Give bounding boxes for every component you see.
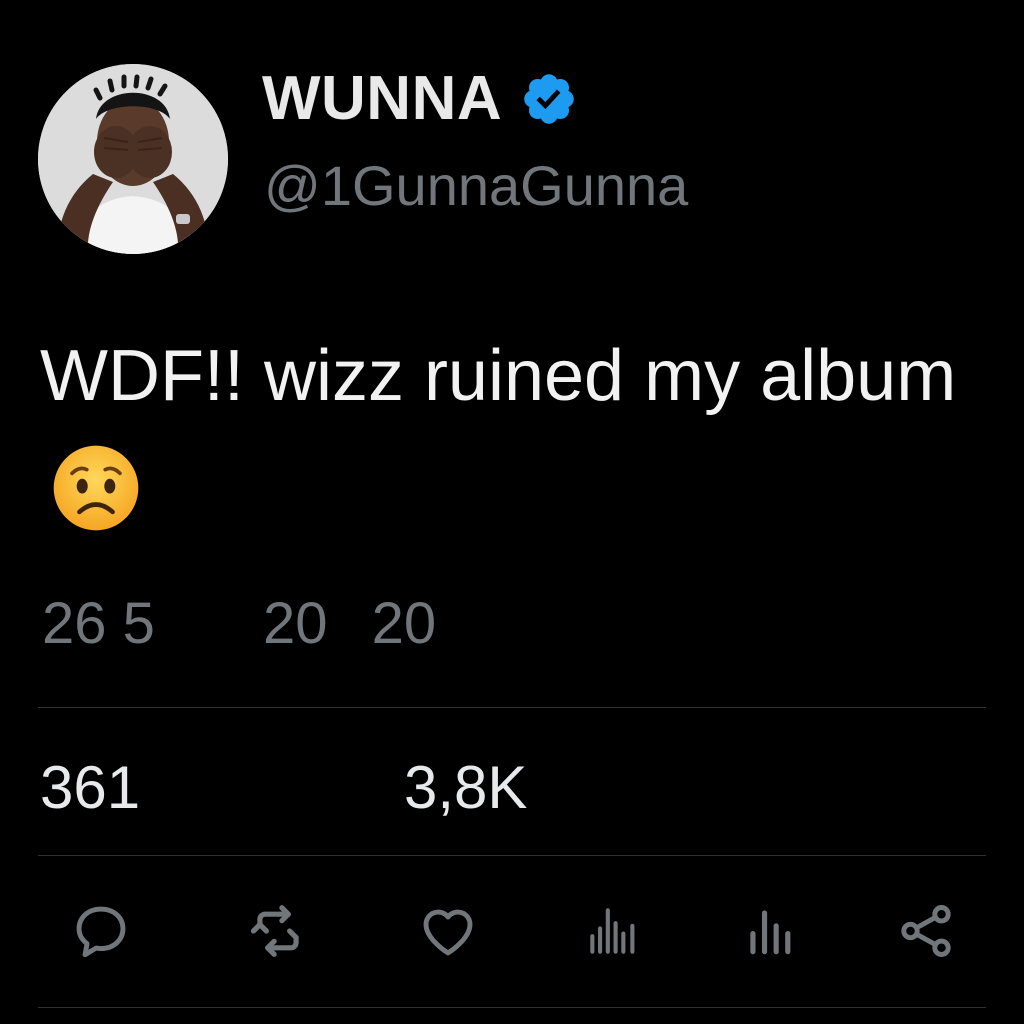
like-button[interactable] <box>415 898 481 964</box>
share-button[interactable] <box>893 898 959 964</box>
views-icon <box>590 908 635 954</box>
stat-count-2[interactable]: 3,8K <box>404 756 527 820</box>
worried-face-emoji-icon <box>50 442 142 534</box>
timestamp[interactable]: 26 5 20 20 <box>42 592 436 656</box>
divider <box>38 707 986 708</box>
timestamp-part: 20 <box>263 591 328 656</box>
verified-badge-icon <box>524 74 574 124</box>
name-row: WUNNA <box>262 64 578 134</box>
retweet-icon <box>250 905 299 957</box>
tweet-text: WDF!! wizz ruined my album <box>40 316 980 556</box>
views-button[interactable] <box>580 898 646 964</box>
handle[interactable]: @1GunnaGunna <box>264 158 688 214</box>
reply-button[interactable] <box>68 898 134 964</box>
analytics-button[interactable] <box>738 898 804 964</box>
reply-icon <box>76 906 126 958</box>
avatar-image <box>38 64 228 254</box>
tweet-text-content: WDF!! wizz ruined my album <box>40 336 957 416</box>
timestamp-part: 26 5 <box>42 591 155 656</box>
like-icon <box>423 909 473 956</box>
avatar[interactable] <box>38 64 228 254</box>
divider <box>38 1007 986 1008</box>
timestamp-part: 20 <box>371 591 437 656</box>
stat-count-1[interactable]: 361 <box>40 756 140 820</box>
share-icon <box>901 905 951 957</box>
retweet-button[interactable] <box>245 898 311 964</box>
views-icon <box>750 910 791 955</box>
divider <box>38 855 986 856</box>
display-name[interactable]: WUNNA <box>262 68 502 130</box>
